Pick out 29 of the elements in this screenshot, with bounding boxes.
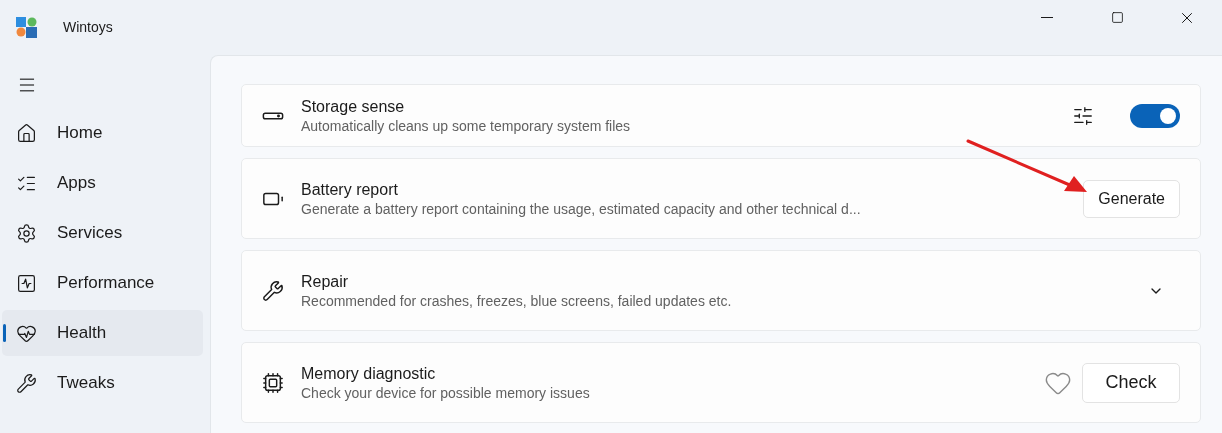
app-logo — [16, 17, 37, 38]
minimize-icon — [1041, 17, 1053, 18]
activity-icon — [16, 272, 37, 294]
card-description: Recommended for crashes, freezes, blue screens, failed updates etc. — [301, 291, 732, 311]
sliders-icon[interactable] — [1072, 104, 1094, 127]
toggle-switch[interactable] — [1130, 103, 1180, 128]
sidebar-item[interactable]: Services — [2, 210, 203, 256]
sidebar-item[interactable]: Health — [2, 310, 203, 356]
card-description: Generate a battery report containing the usage, estimated capacity and other technical d... — [301, 199, 861, 219]
sidebar-item[interactable]: Home — [2, 110, 203, 156]
card-description: Automatically cleans up some temporary system files — [301, 116, 631, 136]
card-title: Battery report — [301, 179, 399, 200]
maximize-icon — [1110, 11, 1124, 24]
sidebar-item[interactable]: Performance — [2, 260, 203, 306]
sidebar-item[interactable]: Tweaks — [2, 360, 203, 406]
wrench-icon — [16, 372, 37, 394]
window-title: Wintoys — [63, 18, 113, 37]
check-button[interactable]: Check — [1082, 362, 1180, 403]
card-title: Memory diagnostic — [301, 363, 437, 384]
home-icon — [16, 122, 37, 144]
card-title: Repair — [301, 271, 350, 292]
card-description: Check your device for possible memory issues — [301, 383, 590, 403]
card-title: Storage sense — [301, 96, 406, 117]
wrench-icon — [262, 279, 284, 302]
generate-button[interactable]: Generate — [1083, 179, 1180, 218]
chip-icon — [262, 371, 284, 394]
sidebar-item[interactable]: Apps — [2, 160, 203, 206]
selection-indicator — [3, 324, 6, 342]
gear-icon — [16, 222, 37, 244]
